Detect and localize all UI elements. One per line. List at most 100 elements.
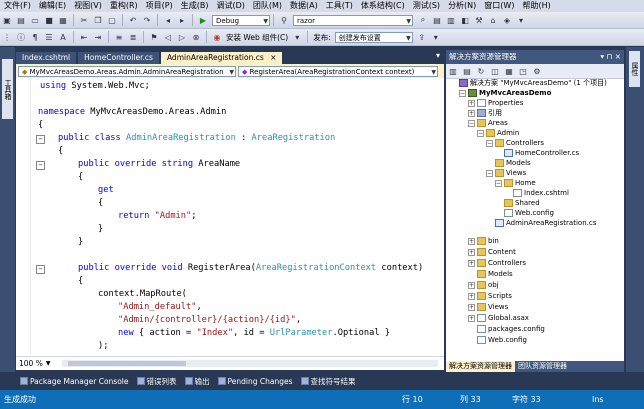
add-item-icon[interactable]: ▤ [15,14,27,26]
collapse-icon[interactable]: − [468,119,475,127]
start-page-icon[interactable]: ⌂ [487,14,499,26]
tree-item[interactable]: Models [468,269,513,279]
view-designer-icon[interactable]: ▦ [503,65,515,77]
tab-adminarearegistration-cs[interactable]: AdminAreaRegistration.cs × [160,52,283,64]
tab-output[interactable]: 输出 [181,376,214,387]
collapse-icon[interactable]: − [486,169,493,177]
expand-icon[interactable]: + [468,99,475,107]
properties-icon[interactable]: ▥ [447,65,459,77]
install-web-components-button[interactable]: 安装 Web 组件(C) [224,32,290,43]
menu-item[interactable]: 调试(D) [212,0,248,12]
tree-item[interactable]: AdminAreaRegistration.cs [486,218,596,228]
publish-profile-select[interactable]: 创建发布设置 ▼ [334,31,413,43]
publish-web-icon[interactable]: ⇪ [416,31,428,43]
undo-icon[interactable]: ↶ [127,14,139,26]
tree-item[interactable]: − MyMvcAreasDemo [459,88,551,98]
redo-icon[interactable]: ↷ [141,14,153,26]
tree-item[interactable]: − Areas [468,118,508,128]
tree-item[interactable]: − Controllers [486,138,544,148]
paste-icon[interactable]: ▢ [106,14,118,26]
save-all-icon[interactable]: ▦ [57,14,69,26]
collapse-icon[interactable]: − [486,139,493,147]
new-project-icon[interactable]: ▣ [1,14,13,26]
tab-package-manager-console[interactable]: Package Manager Console [16,377,133,386]
web-components-icon[interactable]: ◉ [211,31,223,43]
dropdown-icon[interactable]: ▾ [291,31,303,43]
tab-solution-explorer[interactable]: 解决方案资源管理器 [446,361,515,372]
parameter-info-icon[interactable]: ¶ [29,31,41,43]
type-dropdown[interactable]: ◆ MyMvcAreasDemo.Areas.Admin.AdminAreaRe… [18,65,236,77]
menu-item[interactable]: 视图(V) [70,0,106,12]
tab-pending-changes[interactable]: Pending Changes [214,377,297,386]
collapse-icon[interactable]: − [495,179,502,187]
code-area[interactable]: using System.Web.Mvc; −namespace MyMvcAr… [34,80,442,354]
list-members-icon[interactable]: ☰ [43,31,55,43]
solution-explorer-icon[interactable]: ▤ [431,14,443,26]
tab-team-explorer[interactable]: 团队资源管理器 [515,361,570,372]
tree-item[interactable]: + Properties [468,98,523,108]
copy-icon[interactable]: ❐ [92,14,104,26]
menu-item[interactable]: 数据(A) [286,0,322,12]
tree-item[interactable]: − Home [495,178,536,188]
tree-item[interactable]: 解决方案 "MyMvcAreasDemo" (1 个项目) [450,78,607,88]
panel-controls[interactable]: ▾ ⊓ × [600,50,621,64]
tree-item[interactable]: − Admin [477,128,519,138]
extension-manager-icon[interactable]: ◈ [501,14,513,26]
tree-item[interactable]: + bin [468,236,499,246]
tree-item[interactable]: − Views [486,168,526,178]
find-in-files-icon[interactable]: ⌕ [417,14,429,26]
prev-bookmark-icon[interactable]: ◁ [162,31,174,43]
refresh-icon[interactable]: ↻ [475,65,487,77]
tree-item[interactable]: + Scripts [468,291,512,301]
tree-item[interactable]: packages.config [468,324,545,334]
tree-item[interactable]: Models [486,158,531,168]
zoom-level[interactable]: 100 % [16,359,46,368]
collapse-icon[interactable]: − [36,135,45,144]
collapse-icon[interactable]: − [477,129,484,137]
outdent-icon[interactable]: ⇤ [78,31,90,43]
toolbox-icon[interactable]: ⚒ [473,14,485,26]
menu-item[interactable]: 编辑(E) [35,0,70,12]
toolbox-tab[interactable]: 工具箱 [2,59,13,119]
toolbar-options-icon[interactable]: ▾ [430,31,442,43]
close-icon[interactable]: × [270,53,276,62]
find-icon[interactable]: ⚲ [278,14,290,26]
properties-tab[interactable]: 属性 [629,51,640,87]
toolbar-options-icon[interactable]: ▾ [515,14,527,26]
navigate-back-icon[interactable]: ◂ [162,14,174,26]
tree-item[interactable]: + Controllers [468,258,526,268]
expand-icon[interactable]: + [468,314,475,322]
tree-item[interactable]: Index.cshtml [504,188,569,198]
expand-icon[interactable]: + [468,109,475,117]
expand-icon[interactable]: + [468,237,475,245]
menu-item[interactable]: 帮助(H) [518,0,554,12]
tab-error-list[interactable]: 错误列表 [133,376,181,387]
menu-item[interactable]: 项目(P) [142,0,177,12]
menu-item[interactable]: 分析(N) [444,0,480,12]
horizontal-scrollbar[interactable] [62,360,438,367]
tree-item[interactable]: + Views [468,302,508,312]
tree-item[interactable]: + Content [468,247,516,257]
tree-item[interactable]: + 引用 [468,108,502,118]
collapse-icon[interactable]: − [36,161,45,170]
code-editor[interactable]: ◆ MyMvcAreasDemo.Areas.Admin.AdminAreaRe… [16,64,444,370]
tab-list-icon[interactable]: ▾ [436,51,440,60]
menu-item[interactable]: 团队(M) [249,0,286,12]
view-code-icon[interactable]: ◫ [489,65,501,77]
properties-icon[interactable]: ▥ [445,14,457,26]
menu-item[interactable]: 生成(B) [177,0,213,12]
menu-item[interactable]: 工具(T) [322,0,357,12]
tab-homecontroller-cs[interactable]: HomeController.cs [78,52,159,64]
tab-index-cshtml[interactable]: Index.cshtml [16,52,77,64]
expand-icon[interactable]: + [468,292,475,300]
cut-icon[interactable]: ✂ [78,14,90,26]
tree-item[interactable]: Web.config [495,208,554,218]
chevron-down-icon[interactable]: ▼ [46,360,51,367]
menu-item[interactable]: 文件(F) [0,0,35,12]
expand-icon[interactable]: + [468,259,475,267]
collapse-icon[interactable]: − [459,89,466,97]
next-bookmark-icon[interactable]: ▷ [176,31,188,43]
object-browser-icon[interactable]: ◧ [459,14,471,26]
solution-config-select[interactable]: Debug ▼ [212,14,270,26]
tree-item[interactable]: Web.config [468,335,527,345]
